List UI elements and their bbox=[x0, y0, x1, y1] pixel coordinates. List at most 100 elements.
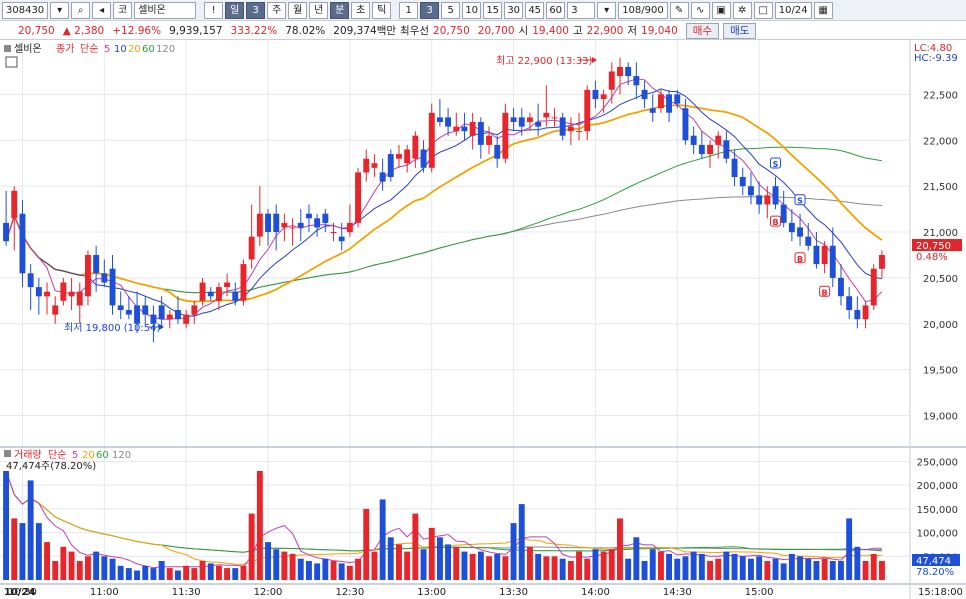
candle-body bbox=[338, 236, 345, 242]
volume-bar bbox=[240, 565, 247, 580]
turnover-ratio: 333.22% bbox=[230, 24, 278, 37]
volume-bar bbox=[707, 561, 713, 580]
count-field[interactable]: 108/900 bbox=[618, 1, 668, 19]
candle-body bbox=[232, 291, 239, 301]
code-dropdown-icon[interactable]: ▾ bbox=[50, 1, 70, 19]
candle-body bbox=[117, 305, 124, 310]
candle-body bbox=[739, 177, 746, 187]
candle-body bbox=[772, 186, 779, 205]
volume-bar bbox=[396, 544, 402, 580]
period-minute[interactable]: 분 bbox=[330, 1, 350, 19]
signal-label: B bbox=[797, 255, 803, 264]
calendar-icon[interactable]: ▦ bbox=[813, 1, 833, 19]
volume-bar bbox=[633, 537, 640, 580]
candle-body bbox=[576, 131, 582, 133]
market-label[interactable]: 코 bbox=[113, 1, 133, 19]
interval-5[interactable]: 5 bbox=[441, 1, 461, 19]
volume-bar bbox=[666, 553, 672, 580]
volume-legend-box-icon bbox=[4, 450, 11, 457]
interval-select[interactable]: 3 bbox=[567, 1, 596, 19]
candle-body bbox=[93, 255, 100, 274]
volume-bar bbox=[363, 508, 370, 580]
volume-bar bbox=[527, 546, 533, 580]
candle-body bbox=[559, 117, 566, 136]
candle-body bbox=[674, 94, 681, 104]
candle-body bbox=[363, 158, 370, 173]
candle-body bbox=[191, 305, 198, 315]
volume-bar bbox=[584, 558, 591, 580]
period-tick[interactable]: 틱 bbox=[372, 1, 392, 19]
candle-body bbox=[289, 227, 296, 229]
volume-bar bbox=[780, 563, 787, 580]
period-day[interactable]: 일 bbox=[225, 1, 245, 19]
interval-10[interactable]: 10 bbox=[462, 1, 482, 19]
legend-close: 종가 bbox=[56, 43, 74, 55]
candle-body bbox=[723, 140, 730, 159]
candle-body bbox=[518, 117, 525, 127]
period-second[interactable]: 초 bbox=[351, 1, 371, 19]
chart-tools-icon[interactable]: ✎ bbox=[669, 1, 689, 19]
line-tool-icon[interactable]: ∿ bbox=[690, 1, 710, 19]
volume-bar bbox=[109, 558, 116, 580]
candle-body bbox=[207, 291, 214, 297]
interval-1[interactable]: 1 bbox=[399, 1, 419, 19]
interval-dropdown-icon[interactable]: ▾ bbox=[597, 1, 617, 19]
volume-bar bbox=[150, 568, 157, 580]
candle-body bbox=[306, 213, 312, 219]
volume-tick-label: 150,000 bbox=[917, 505, 958, 516]
volume-bar bbox=[191, 568, 198, 580]
interval-60[interactable]: 60 bbox=[546, 1, 566, 19]
save-icon[interactable]: ▣ bbox=[711, 1, 731, 19]
candle-body bbox=[256, 213, 263, 237]
interval-3[interactable]: 3 bbox=[420, 1, 440, 19]
candle-body bbox=[608, 71, 615, 90]
high-price: 22,900 bbox=[586, 24, 624, 37]
stock-name-field[interactable]: 셀비온 bbox=[134, 1, 197, 19]
candle-body bbox=[248, 236, 255, 260]
volume-bar bbox=[338, 563, 345, 580]
volume-bar bbox=[715, 558, 722, 580]
interval-15[interactable]: 15 bbox=[483, 1, 503, 19]
candle-body bbox=[404, 149, 411, 164]
settings-icon[interactable]: ✲ bbox=[732, 1, 752, 19]
price-tick-label: 21,000 bbox=[923, 228, 958, 239]
period-week[interactable]: 주 bbox=[267, 1, 287, 19]
search-icon[interactable]: ⌕ bbox=[71, 1, 91, 19]
time-tick-label: 15:18:00 bbox=[918, 587, 963, 598]
alert-icon[interactable]: ! bbox=[204, 1, 224, 19]
volume-bar bbox=[355, 558, 361, 580]
volume-bar bbox=[608, 549, 615, 580]
date-field[interactable]: 10/24 bbox=[774, 1, 812, 19]
volume-legend-ma60: 60 bbox=[96, 450, 109, 461]
chart-canvas[interactable]: S S B B B 19,000 19,500 20,000 20,500 21,000 21,5… bbox=[0, 40, 966, 599]
volume-bar bbox=[52, 561, 59, 580]
volume-bar bbox=[617, 518, 623, 580]
period-year[interactable]: 년 bbox=[309, 1, 329, 19]
volume-bar bbox=[535, 553, 542, 580]
period-count[interactable]: 3 bbox=[246, 1, 266, 19]
time-tick-label: 14:00 bbox=[581, 587, 610, 598]
buy-button[interactable]: 매수 bbox=[685, 22, 720, 39]
time-tick-label: 13:30 bbox=[499, 587, 528, 598]
date-checkbox[interactable]: □ bbox=[753, 1, 773, 19]
interval-30[interactable]: 30 bbox=[504, 1, 524, 19]
best-label: 최우선 bbox=[400, 25, 430, 37]
sound-icon[interactable]: ◂ bbox=[92, 1, 112, 19]
interval-45[interactable]: 45 bbox=[525, 1, 545, 19]
price-tick-label: 22,500 bbox=[923, 90, 958, 101]
candle-body bbox=[461, 126, 468, 132]
volume-bar bbox=[224, 568, 230, 580]
volume-bar bbox=[453, 546, 460, 580]
indicator-list-icon[interactable] bbox=[5, 56, 18, 68]
volume-bar bbox=[567, 561, 574, 580]
candle-body bbox=[281, 222, 288, 228]
high-annotation: 최고 22,900 (13:33) bbox=[496, 55, 592, 67]
candle-body bbox=[11, 190, 18, 219]
code-input[interactable]: 308430 bbox=[2, 1, 49, 19]
volume-tick-label: 200,000 bbox=[917, 481, 958, 492]
candle-body bbox=[633, 76, 640, 86]
candle-body bbox=[551, 117, 558, 119]
volume-bar bbox=[404, 551, 411, 580]
period-month[interactable]: 월 bbox=[288, 1, 308, 19]
sell-button[interactable]: 매도 bbox=[723, 22, 757, 39]
